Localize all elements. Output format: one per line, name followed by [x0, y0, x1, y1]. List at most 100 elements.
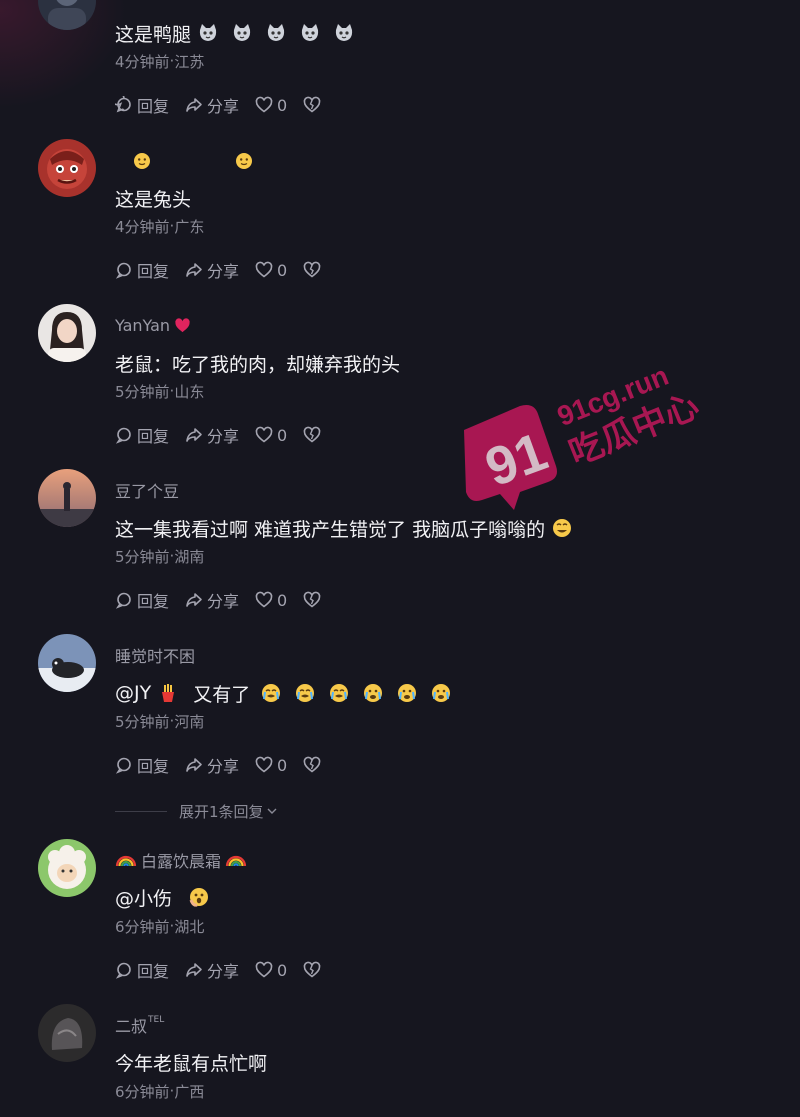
comment-text: 今年老鼠有点忙啊: [115, 1052, 268, 1075]
heart-icon: [175, 317, 190, 332]
heart-outline-icon: [255, 591, 273, 608]
heart-outline-icon: [255, 96, 273, 113]
dislike-button[interactable]: [303, 591, 321, 609]
broken-heart-icon: [303, 961, 321, 978]
like-button[interactable]: 0: [255, 426, 287, 445]
comment-text: 这是兔头: [115, 188, 192, 211]
comment-username: 睡觉时不困: [115, 647, 196, 666]
comment-actions: 回复 分享 0: [115, 958, 337, 982]
cat-face-emoji: [299, 22, 321, 44]
like-button[interactable]: 0: [255, 961, 287, 980]
expand-replies-button[interactable]: 展开1条回复: [115, 800, 278, 822]
share-button[interactable]: 分享: [185, 753, 239, 777]
share-arrow-icon: [186, 263, 202, 277]
comment-time: 6分钟前: [115, 917, 170, 936]
share-label: 分享: [207, 262, 240, 281]
expand-divider: [115, 810, 167, 812]
avatar[interactable]: [38, 469, 96, 527]
comment-text: 老鼠：吃了我的肉，却嫌弃我的头: [115, 353, 401, 376]
heart-outline-icon: [255, 961, 273, 978]
comment-mention[interactable]: @JY: [115, 682, 151, 704]
dislike-button[interactable]: [303, 961, 321, 979]
share-button[interactable]: 分享: [185, 588, 239, 612]
rainbow-emoji: [115, 849, 137, 871]
like-button[interactable]: 0: [255, 96, 287, 115]
comment-text: 这是鸭腿: [115, 23, 192, 46]
comment-username: 白露饮晨霜: [141, 852, 222, 871]
share-arrow-icon: [186, 963, 202, 977]
crying-emoji: [430, 682, 452, 704]
crying-emoji: [294, 682, 316, 704]
avatar[interactable]: [38, 634, 96, 692]
watermark-logo-badge: [464, 405, 557, 510]
avatar[interactable]: [38, 304, 96, 362]
like-button[interactable]: 0: [255, 591, 287, 610]
avatar[interactable]: [38, 0, 96, 30]
comment-content: 这一集我看过啊 难道我产生错觉了 我脑瓜子嗡嗡的: [115, 514, 579, 542]
share-button[interactable]: 分享: [185, 958, 239, 982]
broken-heart-icon: [303, 261, 321, 278]
comment-content: 今年老鼠有点忙啊: [115, 1048, 267, 1076]
watermark-site-name: 吃瓜中心: [564, 387, 704, 473]
like-count: 0: [277, 755, 288, 775]
comment-text: 又有了: [193, 683, 251, 706]
comment-username-row: 二叔 TEL: [115, 1013, 164, 1037]
comment-text: 这一集我看过啊 难道我产生错觉了 我脑瓜子嗡嗡的: [115, 518, 546, 541]
chevron-down-icon: [267, 808, 277, 814]
reply-button[interactable]: 回复: [115, 93, 169, 117]
share-button[interactable]: 分享: [185, 258, 239, 282]
like-button[interactable]: 0: [255, 756, 287, 775]
comment-time: 4分钟前: [115, 52, 170, 71]
reply-label: 回复: [137, 427, 170, 446]
comment-content: @JY 又有了: [115, 679, 458, 707]
share-label: 分享: [207, 962, 240, 981]
comment-bubble-icon: [115, 262, 131, 279]
tel-badge: TEL: [148, 1015, 165, 1025]
broken-heart-icon: [303, 756, 321, 773]
reply-button[interactable]: 回复: [115, 588, 169, 612]
dislike-button[interactable]: [303, 756, 321, 774]
watermark-logo-number: 91: [478, 421, 555, 498]
broken-heart-icon: [303, 591, 321, 608]
reply-button[interactable]: 回复: [115, 753, 169, 777]
like-count: 0: [277, 960, 288, 980]
expand-replies-label: 展开1条回复: [179, 802, 264, 821]
reply-label: 回复: [137, 962, 170, 981]
avatar[interactable]: [38, 139, 96, 197]
comment-content: @小伤: [115, 883, 216, 911]
comment-bubble-icon: [115, 757, 131, 774]
dislike-button[interactable]: [303, 96, 321, 114]
cat-face-emoji: [333, 22, 355, 44]
comment-meta: 5分钟前 · 湖南: [115, 546, 204, 566]
comment-username: YanYan: [115, 315, 171, 335]
watermark-domain: 91cg.run: [553, 360, 673, 432]
comment-meta: 5分钟前 · 山东: [115, 381, 204, 401]
reply-button[interactable]: 回复: [115, 258, 169, 282]
reply-label: 回复: [137, 262, 170, 281]
share-label: 分享: [207, 592, 240, 611]
comment-location: 广西: [174, 1082, 205, 1101]
broken-heart-icon: [303, 426, 321, 443]
comment-content: 这是鸭腿: [115, 19, 361, 47]
share-button[interactable]: 分享: [185, 93, 239, 117]
reply-button[interactable]: 回复: [115, 423, 169, 447]
comment-content: 老鼠：吃了我的肉，却嫌弃我的头: [115, 349, 400, 377]
comment-time: 5分钟前: [115, 382, 170, 401]
comment-location: 河南: [174, 712, 205, 731]
comment-mention[interactable]: @小伤: [115, 884, 172, 911]
crying-emoji: [396, 682, 418, 704]
crying-emoji: [260, 682, 282, 704]
comment-meta: 4分钟前 · 广东: [115, 216, 204, 236]
avatar[interactable]: [38, 839, 96, 897]
share-button[interactable]: 分享: [185, 423, 239, 447]
cat-face-emoji: [231, 22, 253, 44]
reply-button[interactable]: 回复: [115, 958, 169, 982]
cat-face-emoji: [197, 22, 219, 44]
dislike-button[interactable]: [303, 426, 321, 444]
like-button[interactable]: 0: [255, 261, 287, 280]
comment-bubble-icon: [115, 96, 131, 113]
fries-emoji: [157, 682, 179, 704]
dislike-button[interactable]: [303, 261, 321, 279]
avatar[interactable]: [38, 1004, 96, 1062]
broken-heart-icon: [303, 96, 321, 113]
